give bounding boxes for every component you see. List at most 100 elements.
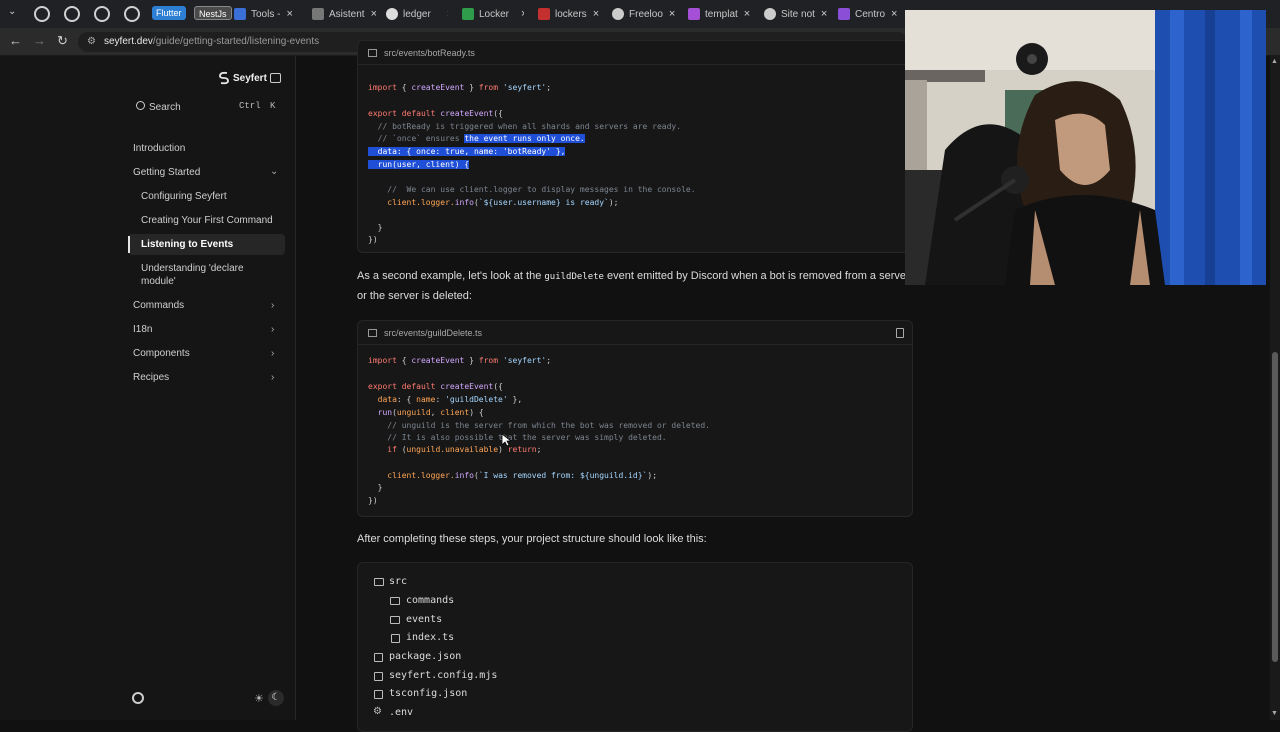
close-icon[interactable]: × [891, 8, 897, 20]
tab-template[interactable]: templat × [688, 4, 750, 24]
sidebar-item-declare-module[interactable]: Understanding 'declare [141, 263, 244, 274]
close-icon[interactable]: × [744, 8, 750, 20]
code-line: } [368, 483, 383, 492]
tab-centro[interactable]: Centro × [838, 4, 902, 24]
sidebar-item-commands[interactable]: Commands [133, 300, 184, 311]
chevron-right-icon[interactable]: › [271, 348, 274, 359]
code-line: export default createEvent({ [368, 382, 503, 391]
tree-item-tsconfig[interactable]: tsconfig.json [389, 688, 467, 699]
code-line: data: { name: 'guildDelete' }, [377, 395, 523, 404]
code-line: client.logger.info(`${user.username} is … [387, 198, 619, 207]
code-line: }) [368, 235, 378, 244]
dark-theme-icon[interactable]: ☾ [268, 690, 284, 706]
chevron-right-icon[interactable]: › [271, 300, 274, 311]
tab-ledger[interactable]: ledger× [386, 4, 448, 24]
tree-item-index-ts[interactable]: index.ts [406, 632, 454, 643]
github-tab-icon[interactable] [64, 6, 80, 22]
sidebar-item-components[interactable]: Components [133, 348, 190, 359]
tab-asistente[interactable]: Asistent × [312, 4, 376, 24]
chevron-right-icon[interactable]: › [271, 372, 274, 383]
tree-item-events[interactable]: events [406, 614, 442, 625]
folder-icon [390, 616, 400, 624]
tab-search-chevron-icon[interactable]: ⌄ [8, 6, 16, 17]
tree-item-package-json[interactable]: package.json [389, 651, 461, 662]
gear-file-icon: ⚙ [373, 706, 382, 717]
close-icon[interactable]: × [821, 8, 827, 20]
tab-site-not-found[interactable]: Site not × [764, 4, 828, 24]
chevron-right-icon[interactable]: › [271, 324, 274, 335]
tree-item-env[interactable]: .env [389, 707, 413, 718]
code-file-name: src/events/guildDelete.ts [384, 328, 483, 338]
search-label: Search [149, 102, 181, 113]
paragraph-guild-delete-intro: As a second example, let's look at the g… [357, 270, 905, 282]
github-tab-icon[interactable] [94, 6, 110, 22]
sidebar-item-first-command[interactable]: Creating Your First Command [141, 215, 273, 226]
tab-tools[interactable]: Tools - × [234, 4, 300, 24]
scroll-up-icon[interactable]: ▲ [1271, 58, 1278, 65]
tab-favicon-icon [386, 8, 398, 20]
scroll-down-icon[interactable]: ▼ [1271, 710, 1278, 717]
chevron-down-icon[interactable]: ⌄ [270, 166, 278, 177]
tab-favicon-icon [234, 8, 246, 20]
sidebar-item-recipes[interactable]: Recipes [133, 372, 169, 383]
code-line-selected: run(user, client) { [368, 160, 470, 169]
close-icon[interactable]: × [669, 8, 675, 20]
tab-lockers[interactable]: lockers × [538, 4, 600, 24]
reload-icon[interactable]: ↻ [57, 33, 68, 49]
tab-nestjs[interactable]: NestJs [194, 6, 232, 20]
code-line: export default createEvent({ [368, 109, 503, 118]
sidebar-item-introduction[interactable]: Introduction [133, 143, 185, 154]
search-icon [136, 101, 145, 110]
kbd-k: K [270, 101, 276, 111]
sidebar-item-getting-started[interactable]: Getting Started [133, 167, 200, 178]
tree-item-commands[interactable]: commands [406, 595, 454, 606]
light-theme-icon[interactable]: ☀ [254, 692, 264, 705]
tab-favicon-icon [838, 8, 850, 20]
copy-icon[interactable] [896, 328, 904, 338]
sidebar-item-listening-events[interactable]: Listening to Events [141, 239, 233, 250]
close-icon[interactable]: × [521, 8, 524, 20]
webcam-overlay [905, 10, 1266, 285]
sidebar-item-declare-module-cont[interactable]: module' [141, 276, 176, 287]
search-button[interactable]: Search Ctrl K [128, 97, 285, 119]
tree-item-seyfert-config[interactable]: seyfert.config.mjs [389, 670, 497, 681]
code-line: // `once` ensures the event runs only on… [368, 134, 585, 143]
github-tab-icon[interactable] [124, 6, 140, 22]
site-info-icon[interactable]: ⚙ [87, 32, 96, 52]
tab-favicon-icon [538, 8, 550, 20]
sidebar-item-configuring-seyfert[interactable]: Configuring Seyfert [141, 191, 227, 202]
sidebar-toggle-icon[interactable] [270, 73, 281, 83]
github-tab-icon[interactable] [34, 6, 50, 22]
code-line-selected: data: { once: true, name: 'botReady' }, [368, 147, 566, 156]
code-line: }) [368, 496, 378, 505]
forward-arrow-icon[interactable]: → [33, 33, 46, 48]
tab-freelo[interactable]: Freeloo × [612, 4, 678, 24]
close-icon[interactable]: × [371, 8, 376, 20]
seyfert-logo-icon[interactable] [218, 71, 230, 85]
close-icon[interactable]: × [286, 8, 292, 20]
file-tree [357, 562, 913, 732]
code-line: // unguild is the server from which the … [368, 421, 710, 430]
tab-favicon-icon [688, 8, 700, 20]
tab-locker[interactable]: Locker× [462, 4, 524, 24]
close-icon[interactable]: × [447, 8, 448, 20]
scrollbar-thumb[interactable] [1272, 352, 1278, 662]
brand-name[interactable]: Seyfert [233, 73, 267, 84]
tab-flutter[interactable]: Flutter [152, 6, 186, 20]
back-arrow-icon[interactable]: ← [9, 33, 22, 48]
typescript-file-icon [391, 634, 400, 643]
code-block-guilddelete: src/events/guildDelete.ts import { creat… [357, 320, 913, 517]
folder-icon [390, 597, 400, 605]
github-icon[interactable] [132, 692, 144, 704]
mouse-cursor-icon [502, 434, 511, 447]
code-line: // We can use client.logger to display m… [368, 185, 696, 194]
code-line: if (unguild.unavailable) return; [387, 445, 542, 454]
docs-sidebar [0, 56, 296, 720]
sidebar-active-indicator [128, 236, 130, 253]
file-icon [368, 329, 377, 337]
sidebar-item-i18n[interactable]: I18n [133, 324, 152, 335]
close-icon[interactable]: × [593, 8, 599, 20]
tab-favicon-icon [462, 8, 474, 20]
tab-favicon-icon [312, 8, 324, 20]
tree-item-src[interactable]: src [389, 576, 407, 587]
